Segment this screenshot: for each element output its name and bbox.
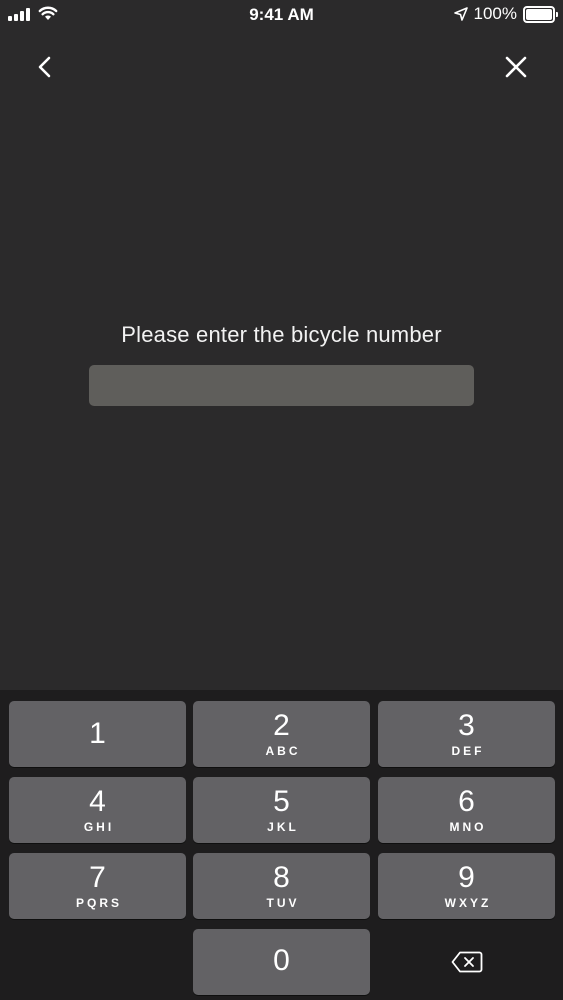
chevron-left-icon (38, 56, 51, 78)
close-icon (505, 56, 527, 78)
screen: 9:41 AM 100% Please enter the bicycle nu… (0, 0, 563, 1000)
battery-nub (556, 11, 558, 17)
key-7[interactable]: 7 PQRS (9, 853, 186, 919)
bicycle-number-input[interactable] (89, 365, 474, 406)
delete-button[interactable] (378, 929, 555, 995)
key-letters: ABC (265, 744, 301, 758)
key-2[interactable]: 2 ABC (193, 701, 370, 767)
close-button[interactable] (499, 50, 533, 84)
key-digit: 5 (273, 785, 290, 818)
key-digit: 8 (273, 861, 290, 894)
key-digit: 4 (89, 785, 106, 818)
key-4[interactable]: 4 GHI (9, 777, 186, 843)
key-digit: 1 (89, 717, 106, 750)
key-0[interactable]: 0 (193, 929, 370, 995)
key-digit: 0 (273, 944, 290, 977)
key-6[interactable]: 6 MNO (378, 777, 555, 843)
key-digit: 9 (458, 861, 475, 894)
key-1[interactable]: 1 (9, 701, 186, 767)
prompt-title: Please enter the bicycle number (121, 322, 442, 347)
battery-fill (526, 8, 552, 20)
key-letters: WXYZ (444, 896, 492, 910)
key-letters: JKL (267, 820, 299, 834)
numeric-keypad: 1 2 ABC 3 DEF 4 GHI 5 JKL 6 MNO 7 PQRS 8… (0, 690, 563, 1000)
key-3[interactable]: 3 DEF (378, 701, 555, 767)
key-letters: GHI (83, 820, 115, 834)
backspace-icon (451, 951, 482, 973)
key-8[interactable]: 8 TUV (193, 853, 370, 919)
key-5[interactable]: 5 JKL (193, 777, 370, 843)
key-digit: 7 (89, 861, 106, 894)
status-right: 100% (453, 4, 558, 24)
back-button[interactable] (28, 50, 62, 84)
battery-icon (523, 5, 558, 23)
status-bar: 9:41 AM 100% (0, 0, 563, 30)
location-arrow-icon (453, 7, 468, 21)
key-digit: 2 (273, 709, 290, 742)
key-digit: 6 (458, 785, 475, 818)
key-9[interactable]: 9 WXYZ (378, 853, 555, 919)
key-letters: MNO (449, 820, 487, 834)
key-letters: DEF (451, 744, 485, 758)
battery-percent: 100% (473, 4, 517, 23)
key-letters: TUV (266, 896, 300, 910)
key-digit: 3 (458, 709, 475, 742)
key-letters: PQRS (75, 896, 122, 910)
